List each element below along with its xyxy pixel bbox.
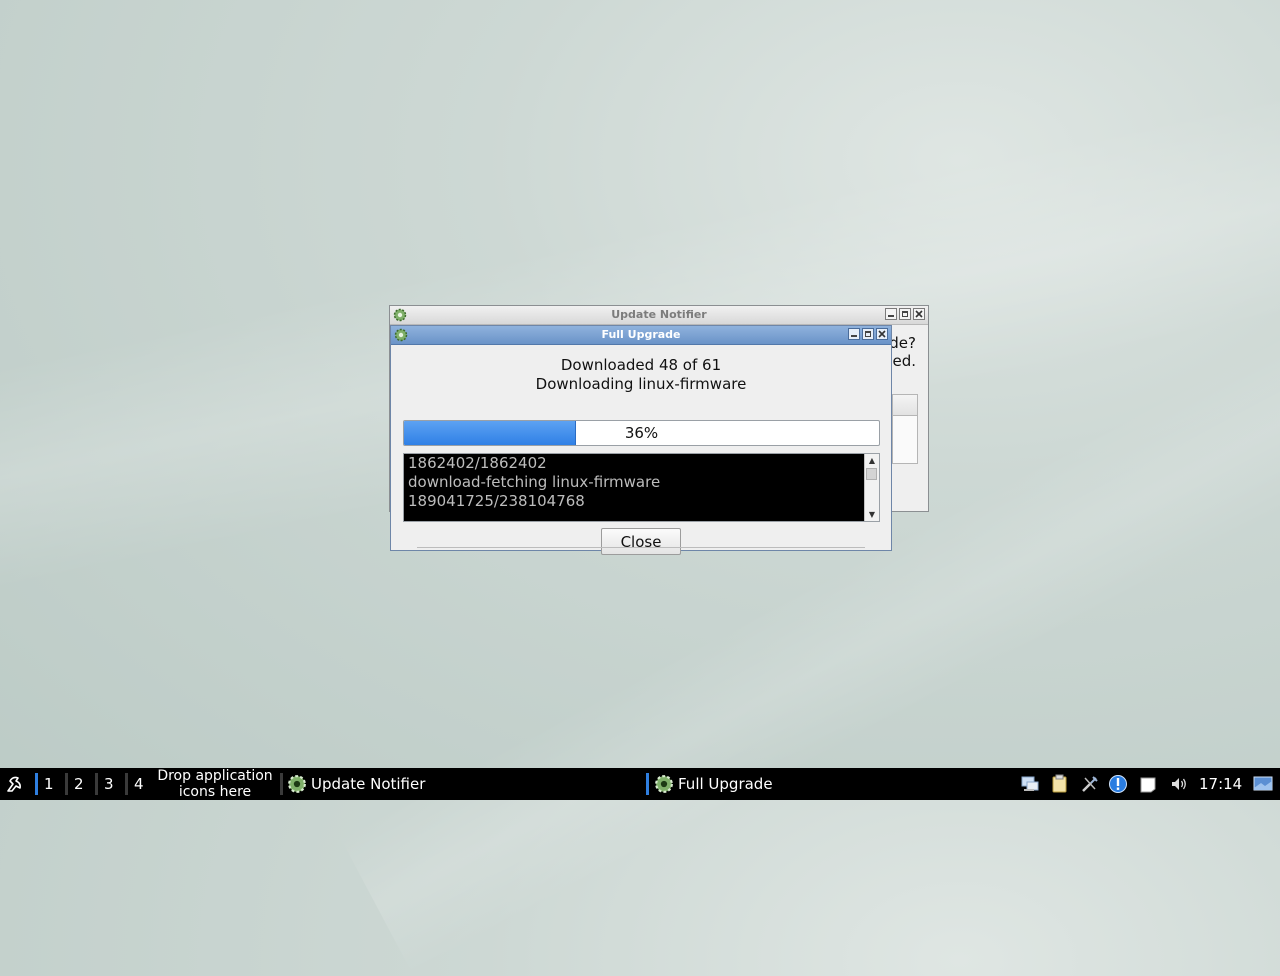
lxde-menu-icon[interactable] (4, 773, 26, 795)
screen-icon[interactable] (1253, 774, 1273, 794)
dialog-title: Full Upgrade (601, 328, 681, 341)
taskbar-separator (280, 773, 283, 795)
close-button[interactable]: Close (601, 528, 681, 555)
desktop-switch-1[interactable]: 1 (44, 768, 54, 800)
close-window-button[interactable] (876, 328, 888, 340)
desktop-switch-2[interactable]: 2 (74, 768, 84, 800)
launch-bar-dropzone[interactable]: Drop application icons here (150, 768, 280, 800)
task-label: Full Upgrade (678, 775, 773, 793)
log-line: 189041725/238104768 (408, 492, 585, 510)
desktop-switch-4[interactable]: 4 (134, 768, 144, 800)
scroll-up-arrow-icon[interactable]: ▲ (865, 454, 879, 467)
log-line: 1862402/1862402 (408, 454, 547, 472)
update-notifier-titlebar[interactable]: Update Notifier (390, 306, 928, 325)
clipboard-icon[interactable] (1050, 774, 1070, 794)
task-full-upgrade[interactable]: Full Upgrade (654, 768, 773, 800)
volume-icon[interactable] (1169, 774, 1189, 794)
network-icon[interactable] (1020, 774, 1040, 794)
taskbar-separator (35, 773, 38, 795)
dropzone-text-line: Drop application (157, 768, 273, 784)
gear-icon (655, 775, 673, 793)
task-label: Update Notifier (311, 775, 426, 793)
package-list-header (893, 395, 917, 416)
partial-question-text: de? (889, 334, 916, 352)
update-alert-icon[interactable] (1108, 774, 1128, 794)
log-line: download-fetching linux-firmware (408, 473, 661, 491)
gear-icon (288, 775, 306, 793)
maximize-button[interactable] (862, 328, 874, 340)
taskbar: 1 2 3 4 Drop application icons here Upda… (0, 768, 1280, 800)
terminal-log[interactable]: 1862402/1862402 download-fetching linux-… (403, 453, 880, 522)
close-window-button[interactable] (913, 308, 925, 320)
downloaded-count-label: Downloaded 48 of 61 (560, 356, 722, 374)
gear-icon (394, 328, 408, 342)
taskbar-clock[interactable]: 17:14 (1199, 768, 1242, 800)
close-icon (878, 330, 886, 338)
taskbar-separator (65, 773, 68, 795)
package-list-partial (892, 394, 918, 464)
minimize-button[interactable] (885, 308, 897, 320)
taskbar-separator (95, 773, 98, 795)
downloading-package-label: Downloading linux-firmware (535, 375, 747, 393)
partial-info-text: ed. (892, 352, 916, 370)
download-progress-bar: 36% (403, 420, 880, 446)
full-upgrade-titlebar[interactable]: Full Upgrade (391, 326, 891, 345)
window-bottom-edge (417, 547, 865, 550)
scroll-down-arrow-icon[interactable]: ▼ (865, 508, 879, 521)
minimize-button[interactable] (848, 328, 860, 340)
window-title: Update Notifier (611, 308, 707, 321)
taskbar-separator (125, 773, 128, 795)
desktop-switch-3[interactable]: 3 (104, 768, 114, 800)
full-upgrade-dialog: Full Upgrade Downloaded 48 of 61 Downloa… (390, 325, 892, 555)
taskbar-separator (646, 773, 649, 795)
log-scrollbar[interactable]: ▲ ▼ (864, 454, 879, 521)
tools-icon[interactable] (1080, 774, 1100, 794)
gear-icon (393, 308, 407, 322)
progress-percent-label: 36% (624, 424, 659, 442)
scrollbar-thumb[interactable] (866, 468, 877, 480)
close-icon (915, 310, 923, 318)
task-update-notifier[interactable]: Update Notifier (287, 768, 425, 800)
maximize-button[interactable] (899, 308, 911, 320)
notes-icon[interactable] (1138, 774, 1158, 794)
dropzone-text-line: icons here (178, 784, 252, 800)
